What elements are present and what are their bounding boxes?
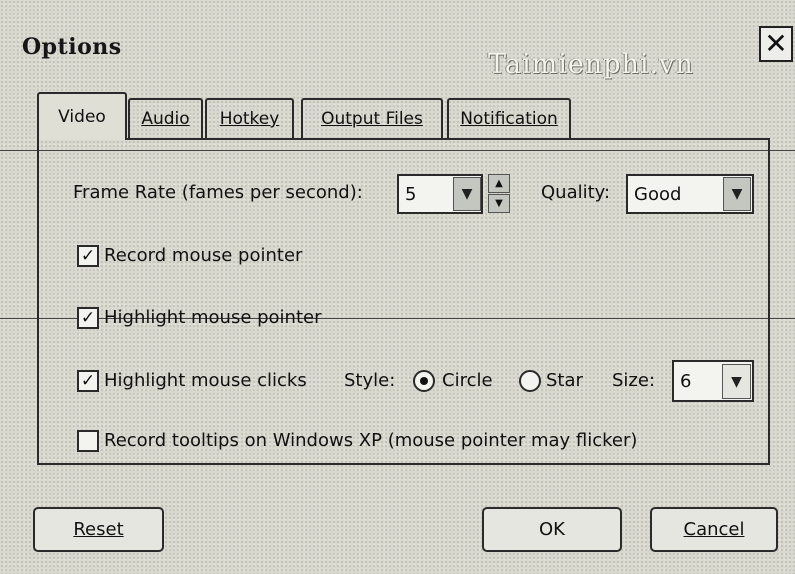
record-mouse-pointer-checkbox[interactable]: ✓ xyxy=(77,245,99,267)
check-icon: ✓ xyxy=(80,308,96,328)
ok-button-label: OK xyxy=(539,519,565,540)
chevron-down-icon: ▼ xyxy=(461,186,473,202)
tab-video[interactable]: Video xyxy=(37,92,127,140)
reset-button-label: Reset xyxy=(73,519,124,540)
ok-button[interactable]: OK xyxy=(482,507,622,552)
options-dialog: Options Taimienphi.vn ✕ Video Audio Hotk… xyxy=(0,0,795,574)
highlight-mouse-clicks-label: Highlight mouse clicks xyxy=(104,370,307,391)
highlight-mouse-pointer-label: Highlight mouse pointer xyxy=(104,307,322,328)
chevron-down-icon: ▼ xyxy=(731,373,742,390)
style-circle-label: Circle xyxy=(442,370,493,391)
check-icon: ✓ xyxy=(80,246,96,266)
tab-label: Video xyxy=(58,107,106,127)
tab-label: Audio xyxy=(141,109,190,129)
record-tooltips-label: Record tooltips on Windows XP (mouse poi… xyxy=(104,430,638,451)
style-star-radio[interactable] xyxy=(519,370,541,392)
highlight-mouse-clicks-checkbox[interactable]: ✓ xyxy=(77,370,99,392)
chevron-down-icon: ▼ xyxy=(731,186,743,202)
reset-button[interactable]: Reset xyxy=(33,507,164,552)
watermark-text: Taimienphi.vn xyxy=(488,49,694,80)
arrow-down-icon: ▼ xyxy=(495,198,503,209)
style-star-label: Star xyxy=(546,370,583,391)
tab-label: Notification xyxy=(460,109,558,129)
style-circle-radio[interactable] xyxy=(413,370,435,392)
close-button[interactable]: ✕ xyxy=(759,26,793,62)
tab-output-files[interactable]: Output Files xyxy=(301,98,443,138)
frame-rate-label: Frame Rate (fames per second): xyxy=(73,182,363,203)
radio-selected-dot xyxy=(420,377,428,385)
size-dropdown-button[interactable]: ▼ xyxy=(722,364,751,399)
quality-value: Good xyxy=(634,183,682,205)
frame-rate-value: 5 xyxy=(405,183,417,205)
size-label: Size: xyxy=(612,370,656,391)
tab-audio[interactable]: Audio xyxy=(128,98,203,138)
record-tooltips-checkbox[interactable] xyxy=(77,430,99,452)
cancel-button-label: Cancel xyxy=(683,519,745,540)
quality-dropdown-button[interactable]: ▼ xyxy=(723,177,751,211)
arrow-up-icon: ▲ xyxy=(495,178,503,189)
style-label: Style: xyxy=(344,370,396,391)
quality-label: Quality: xyxy=(541,182,611,203)
tab-hotkey[interactable]: Hotkey xyxy=(205,98,294,138)
tab-notification[interactable]: Notification xyxy=(447,98,571,138)
record-mouse-pointer-label: Record mouse pointer xyxy=(104,245,303,266)
dialog-title: Options xyxy=(22,34,122,60)
cancel-button[interactable]: Cancel xyxy=(650,507,778,552)
size-value: 6 xyxy=(680,370,692,392)
highlight-mouse-pointer-checkbox[interactable]: ✓ xyxy=(77,307,99,329)
frame-rate-spin-up[interactable]: ▲ xyxy=(488,174,510,193)
frame-rate-dropdown-button[interactable]: ▼ xyxy=(453,177,481,211)
close-icon: ✕ xyxy=(764,27,788,60)
tab-label: Hotkey xyxy=(219,109,280,129)
tab-label: Output Files xyxy=(321,109,423,129)
check-icon: ✓ xyxy=(80,371,96,391)
frame-rate-spin-down[interactable]: ▼ xyxy=(488,194,510,213)
